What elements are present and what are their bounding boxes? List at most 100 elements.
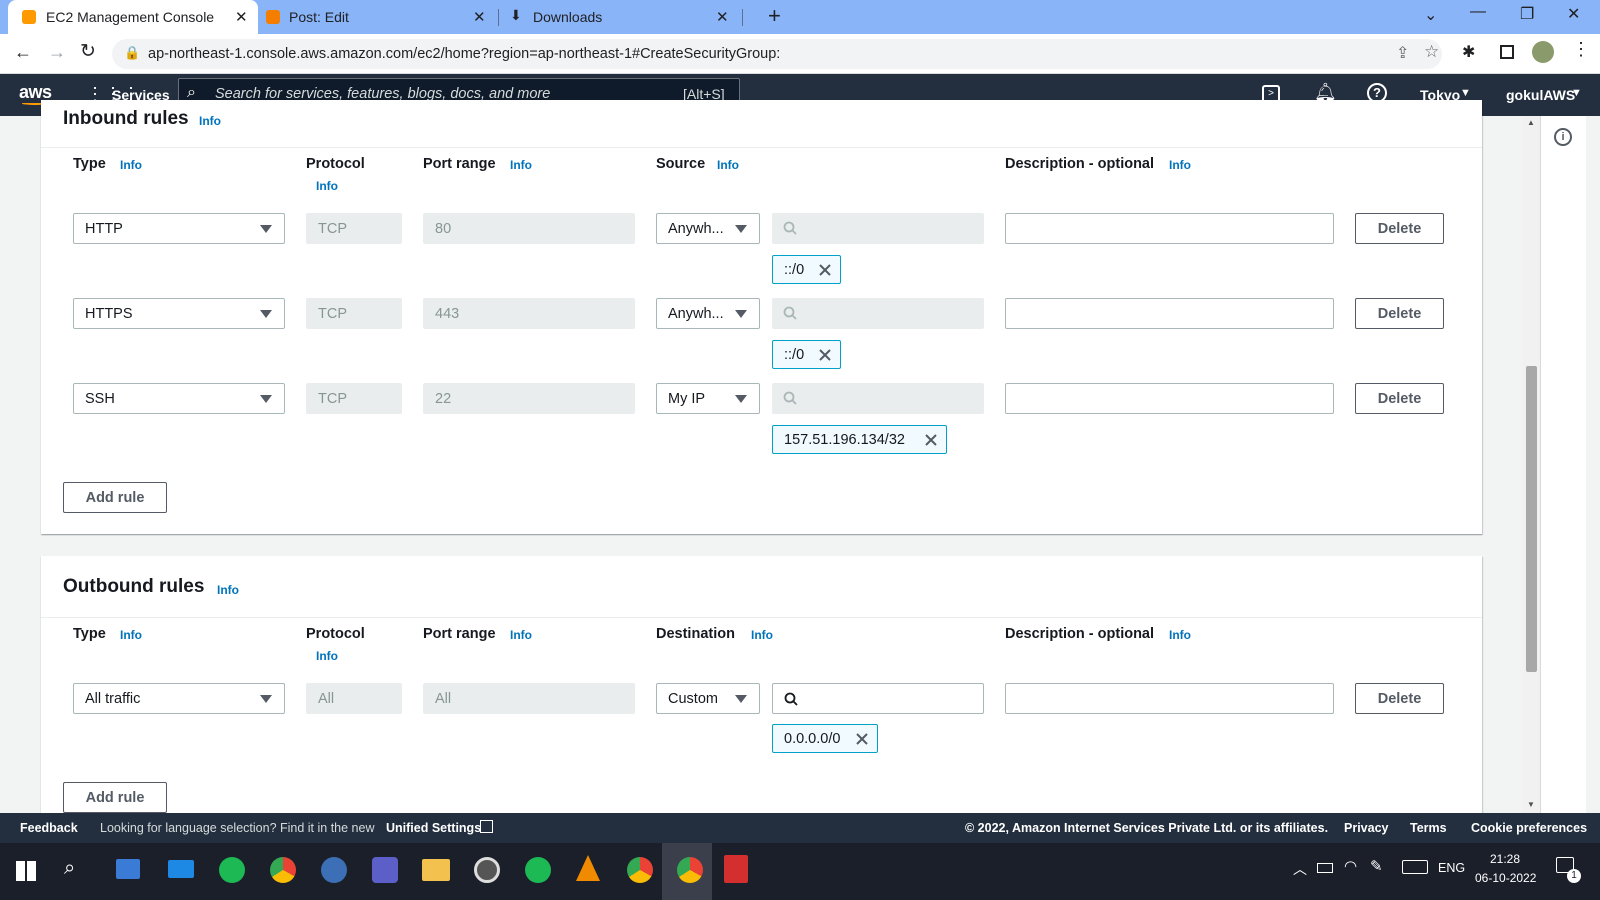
port-range-field: 22 — [423, 383, 635, 414]
language-indicator[interactable]: ENG — [1438, 861, 1465, 875]
info-link[interactable]: Info — [510, 158, 532, 172]
file-explorer-app-icon[interactable] — [116, 859, 140, 879]
info-link[interactable]: Info — [120, 628, 142, 642]
destination-select[interactable]: Custom — [656, 683, 760, 714]
media-player-icon[interactable] — [474, 857, 500, 883]
bookmark-star-icon[interactable]: ☆ — [1424, 42, 1439, 62]
source-select[interactable]: Anywh... — [656, 298, 760, 329]
tab-ec2-console[interactable]: EC2 Management Console ✕ — [8, 0, 258, 34]
chrome-menu-icon[interactable]: ⋮ — [1572, 39, 1590, 60]
protocol-field: TCP — [306, 383, 402, 414]
privacy-link[interactable]: Privacy — [1344, 821, 1388, 835]
info-link[interactable]: Info — [199, 114, 221, 128]
source-select[interactable]: Anywh... — [656, 213, 760, 244]
type-select[interactable]: All traffic — [73, 683, 285, 714]
terms-link[interactable]: Terms — [1410, 821, 1447, 835]
close-tab-icon[interactable]: ✕ — [235, 8, 248, 26]
description-input[interactable] — [1005, 683, 1334, 714]
address-bar[interactable]: 🔒 ap-northeast-1.console.aws.amazon.com/… — [112, 39, 1442, 69]
port-range-field: 443 — [423, 298, 635, 329]
reload-icon[interactable]: ↻ — [80, 40, 96, 63]
cookie-preferences-link[interactable]: Cookie preferences — [1471, 821, 1587, 835]
type-select[interactable]: HTTP — [73, 213, 285, 244]
spotify-icon[interactable] — [219, 857, 245, 883]
info-link[interactable]: Info — [1169, 158, 1191, 172]
profile-avatar[interactable] — [1532, 41, 1554, 63]
cidr-search-input[interactable] — [772, 383, 984, 414]
page-scrollbar[interactable]: ▲ ▼ — [1523, 116, 1540, 813]
delete-button[interactable]: Delete — [1355, 213, 1444, 244]
delete-button[interactable]: Delete — [1355, 298, 1444, 329]
share-icon[interactable]: ⇪ — [1396, 43, 1409, 63]
info-link[interactable]: Info — [717, 158, 739, 172]
mail-app-icon[interactable] — [168, 860, 194, 878]
scrollbar-thumb[interactable] — [1526, 366, 1537, 672]
tab-downloads[interactable]: ⬇ Downloads ✕ — [502, 0, 742, 34]
tab-post-edit[interactable]: Post: Edit ✕ — [258, 0, 498, 34]
chevron-up-icon[interactable]: ︿ — [1293, 859, 1307, 879]
cidr-search-input[interactable] — [772, 298, 984, 329]
chevron-down-icon: ▼ — [1460, 87, 1471, 99]
windows-start-icon[interactable] — [16, 861, 36, 881]
folder-icon[interactable] — [422, 859, 450, 881]
remove-token-icon[interactable] — [924, 433, 938, 451]
info-panel-icon[interactable]: i — [1554, 128, 1572, 146]
feedback-link[interactable]: Feedback — [20, 821, 78, 835]
cidr-search-input[interactable] — [772, 683, 984, 714]
caret-down-icon — [260, 310, 272, 318]
chrome-icon[interactable] — [627, 857, 653, 883]
close-tab-icon[interactable]: ✕ — [473, 8, 486, 26]
pen-icon[interactable]: ✎ — [1370, 857, 1383, 875]
close-window-icon[interactable]: ✕ — [1567, 4, 1580, 24]
forward-icon[interactable]: → — [48, 42, 66, 63]
clock-time[interactable]: 21:28 — [1490, 852, 1520, 866]
delete-button[interactable]: Delete — [1355, 383, 1444, 414]
minimize-icon[interactable]: — — [1470, 3, 1486, 21]
tab-search-icon[interactable]: ⌄ — [1424, 5, 1437, 25]
notification-count-badge: 1 — [1567, 869, 1581, 883]
scroll-down-icon[interactable]: ▼ — [1527, 800, 1535, 809]
type-select[interactable]: SSH — [73, 383, 285, 414]
add-rule-button[interactable]: Add rule — [63, 482, 167, 513]
description-input[interactable] — [1005, 383, 1334, 414]
chrome-icon[interactable] — [270, 857, 296, 883]
delete-button[interactable]: Delete — [1355, 683, 1444, 714]
caret-down-icon — [735, 225, 747, 233]
new-tab-icon[interactable]: + — [768, 3, 781, 29]
add-rule-button[interactable]: Add rule — [63, 782, 167, 813]
unified-settings-link[interactable]: Unified Settings — [386, 821, 481, 835]
teams-icon[interactable] — [372, 857, 398, 883]
info-link[interactable]: Info — [510, 628, 532, 642]
source-select[interactable]: My IP — [656, 383, 760, 414]
side-panel-icon[interactable] — [1500, 45, 1514, 59]
wifi-icon[interactable]: ◠ — [1344, 857, 1357, 875]
scroll-up-icon[interactable]: ▲ — [1527, 118, 1535, 127]
info-link[interactable]: Info — [1169, 628, 1191, 642]
chrome-icon[interactable] — [677, 857, 703, 883]
battery-icon[interactable] — [1317, 863, 1333, 873]
info-link[interactable]: Info — [316, 179, 338, 193]
remove-token-icon[interactable] — [818, 348, 832, 366]
acrobat-icon[interactable] — [724, 855, 748, 883]
vlc-icon[interactable] — [576, 855, 600, 881]
info-link[interactable]: Info — [751, 628, 773, 642]
close-tab-icon[interactable]: ✕ — [716, 8, 729, 26]
info-link[interactable]: Info — [120, 158, 142, 172]
remove-token-icon[interactable] — [818, 263, 832, 281]
search-icon[interactable]: ⌕ — [64, 857, 75, 880]
qbittorrent-icon[interactable] — [321, 857, 347, 883]
info-link[interactable]: Info — [217, 583, 239, 597]
type-select[interactable]: HTTPS — [73, 298, 285, 329]
back-icon[interactable]: ← — [14, 42, 32, 63]
keyboard-icon[interactable] — [1402, 860, 1428, 874]
clock-date[interactable]: 06-10-2022 — [1475, 871, 1536, 885]
cidr-search-input[interactable] — [772, 213, 984, 244]
account-menu[interactable]: gokulAWS — [1506, 87, 1575, 103]
remove-token-icon[interactable] — [855, 732, 869, 750]
description-input[interactable] — [1005, 213, 1334, 244]
info-link[interactable]: Info — [316, 649, 338, 663]
extensions-icon[interactable]: ✱ — [1462, 42, 1475, 62]
spotify-icon[interactable] — [525, 857, 551, 883]
description-input[interactable] — [1005, 298, 1334, 329]
maximize-icon[interactable]: ❐ — [1520, 4, 1534, 24]
